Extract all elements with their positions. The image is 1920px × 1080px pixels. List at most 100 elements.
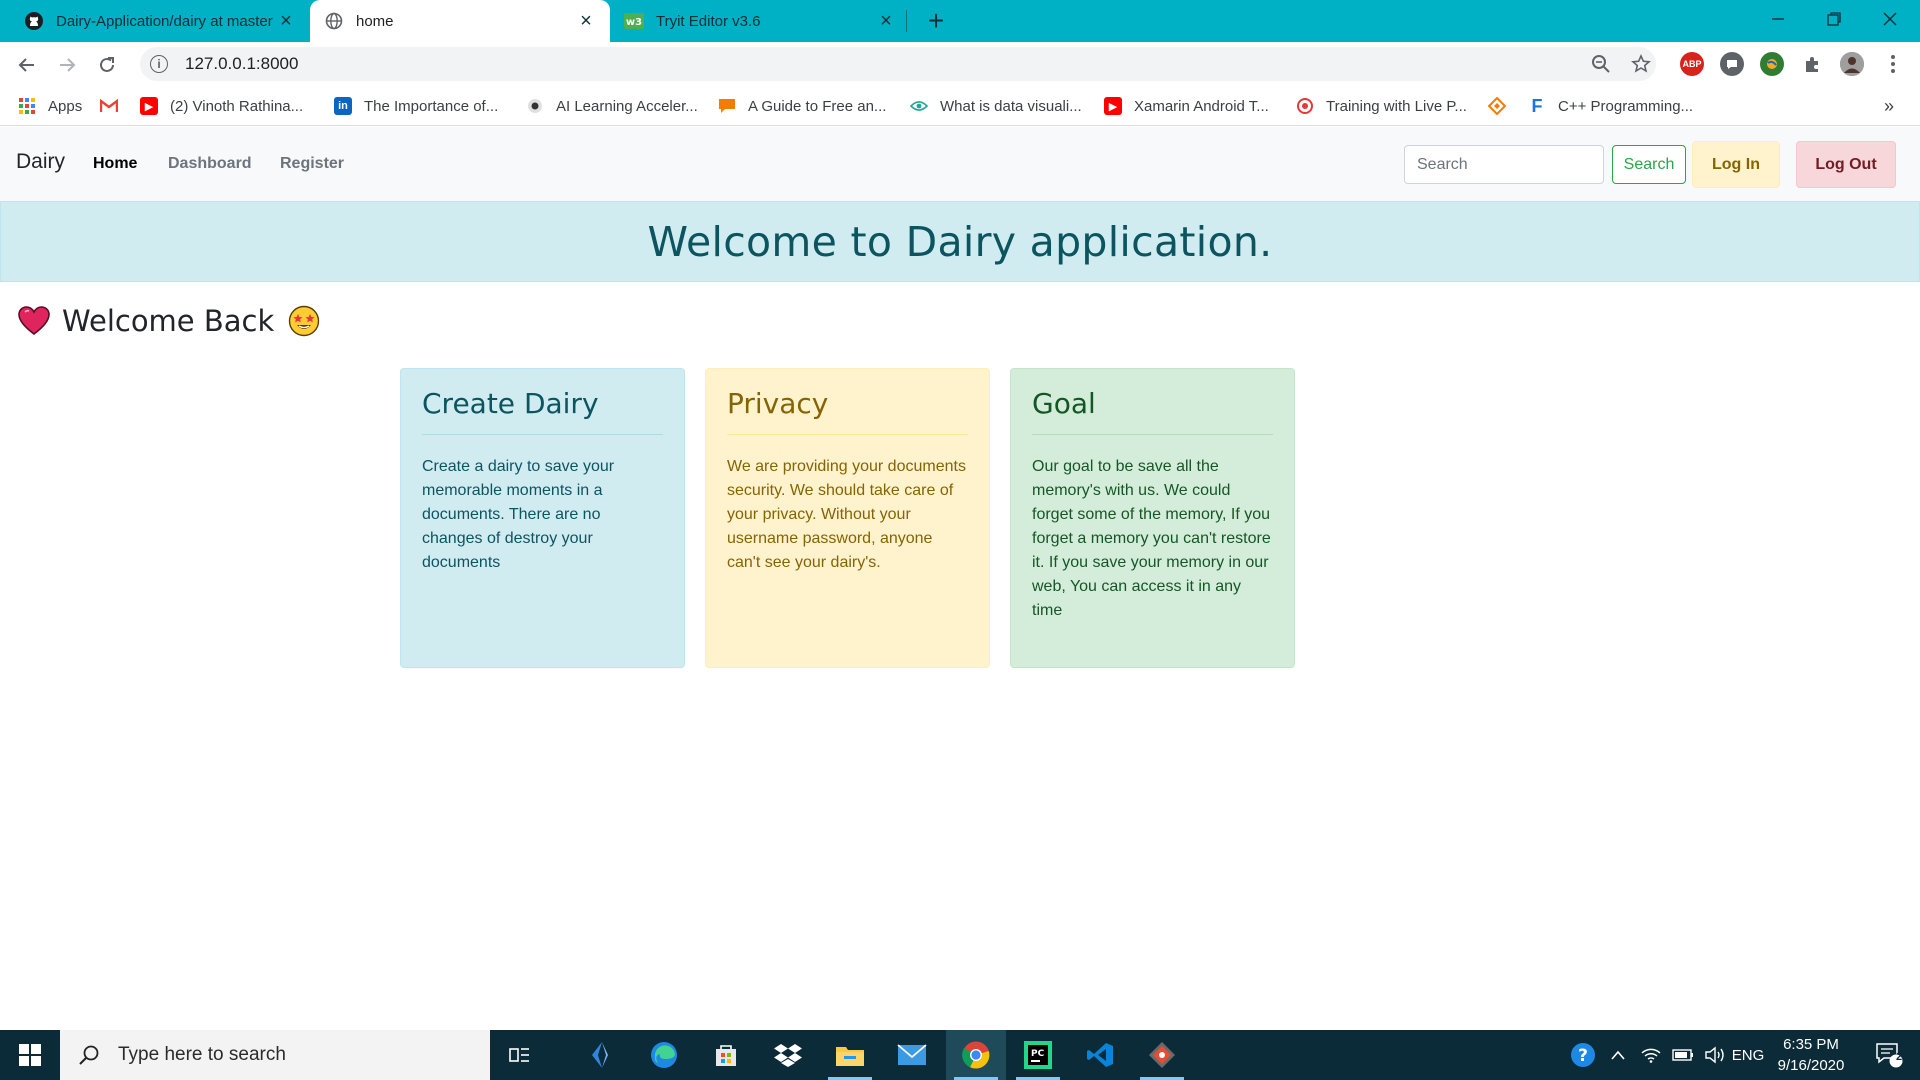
browser-toolbar: i 127.0.0.1:8000 ABP [0, 42, 1920, 86]
new-tab-plus-icon[interactable]: + [922, 5, 950, 36]
clock-time: 6:35 PM [1783, 1036, 1839, 1053]
bookmark-apps[interactable]: Apps [18, 95, 82, 117]
bookmark-label: (2) Vinoth Rathina... [170, 97, 304, 115]
tab-title: Dairy-Application/dairy at master [56, 12, 273, 30]
minimize-icon[interactable] [1750, 0, 1806, 38]
tab-tryit[interactable]: w3 Tryit Editor v3.6 × [610, 0, 910, 42]
welcome-banner: Welcome to Dairy application. [0, 201, 1920, 282]
microsoft-store-icon[interactable] [696, 1030, 756, 1080]
volume-icon[interactable] [1700, 1030, 1730, 1080]
ai-learning-icon [526, 97, 544, 115]
close-tab-icon[interactable]: × [876, 10, 896, 32]
bookmark-label: Apps [48, 97, 83, 115]
bookmark-ai-learning[interactable]: AI Learning Acceler... [526, 95, 698, 117]
address-bar[interactable]: i 127.0.0.1:8000 [140, 47, 1656, 81]
diamond-icon [1488, 97, 1506, 115]
bookmark-data-visualization[interactable]: What is data visuali... [910, 95, 1082, 117]
bookmark-label: Xamarin Android T... [1134, 97, 1269, 115]
tab-home[interactable]: home × [310, 0, 610, 42]
training-icon [1296, 97, 1314, 115]
taskbar-search-box[interactable]: Type here to search [60, 1030, 490, 1080]
window-close-icon[interactable] [1862, 0, 1918, 38]
task-view-icon[interactable] [490, 1030, 550, 1080]
adblock-plus-icon[interactable]: ABP [1680, 52, 1704, 76]
bookmark-training[interactable]: Training with Live P... [1296, 95, 1467, 117]
github-icon [24, 11, 44, 31]
svg-text:w3: w3 [626, 17, 642, 28]
card-title: Create Dairy [422, 387, 663, 435]
close-tab-icon[interactable]: × [576, 10, 596, 32]
vscode-icon[interactable] [1070, 1030, 1130, 1080]
card-title: Goal [1032, 387, 1273, 435]
tab-title: home [356, 12, 394, 30]
pycharm-icon[interactable]: PC [1008, 1030, 1068, 1080]
bookmark-label: Training with Live P... [1326, 97, 1467, 115]
star-struck-emoji-icon [288, 305, 320, 337]
wifi-icon[interactable] [1636, 1030, 1666, 1080]
edge-browser-icon[interactable] [634, 1030, 694, 1080]
bookmark-gmail[interactable] [100, 95, 130, 117]
card-body: Our goal to be save all the memory's wit… [1032, 458, 1271, 619]
chrome-icon[interactable] [946, 1030, 1006, 1080]
bookmarks-bar: Apps ▶ (2) Vinoth Rathina... in The Impo… [0, 86, 1920, 126]
bookmark-diamond[interactable] [1488, 95, 1518, 117]
mail-icon[interactable] [882, 1030, 942, 1080]
bookmark-youtube-2[interactable]: ▶ Xamarin Android T... [1104, 95, 1269, 117]
adblock-label: ABP [1682, 59, 1702, 69]
reload-icon[interactable] [92, 50, 122, 80]
search-button[interactable]: Search [1612, 145, 1686, 184]
notifications-icon[interactable]: 2 [1864, 1030, 1914, 1080]
youtube-icon: ▶ [140, 97, 158, 115]
bookmarks-overflow-icon[interactable]: » [1884, 95, 1894, 117]
dropbox-icon[interactable] [758, 1030, 818, 1080]
help-icon[interactable]: ? [1566, 1030, 1600, 1080]
visual-studio-icon[interactable] [570, 1030, 630, 1080]
card-body: We are providing your documents security… [727, 458, 966, 571]
w3schools-icon: w3 [624, 11, 644, 31]
bookmark-label: AI Learning Acceler... [556, 97, 698, 115]
chevron-up-icon[interactable] [1606, 1030, 1630, 1080]
battery-icon[interactable] [1668, 1030, 1698, 1080]
bookmark-star-icon[interactable] [1628, 51, 1654, 77]
profile-avatar-icon[interactable] [1840, 52, 1864, 76]
chat-extension-icon[interactable] [1720, 52, 1744, 76]
close-tab-icon[interactable]: × [276, 10, 296, 32]
forward-arrow-icon[interactable] [52, 50, 82, 80]
git-tool-icon[interactable] [1132, 1030, 1192, 1080]
bookmark-label: A Guide to Free an... [748, 97, 887, 115]
site-info-icon[interactable]: i [150, 55, 168, 73]
system-clock[interactable]: 6:35 PM 9/16/2020 [1766, 1034, 1856, 1076]
file-explorer-icon[interactable] [820, 1030, 880, 1080]
navbar-brand[interactable]: Dairy [16, 150, 65, 174]
back-arrow-icon[interactable] [12, 50, 42, 80]
card-privacy: Privacy We are providing your documents … [705, 368, 990, 668]
bookmark-label: What is data visuali... [940, 97, 1082, 115]
login-button[interactable]: Log In [1692, 141, 1780, 188]
tab-github[interactable]: Dairy-Application/dairy at master × [10, 0, 310, 42]
nav-link-home[interactable]: Home [93, 155, 137, 173]
bookmark-cpp[interactable]: F C++ Programming... [1528, 95, 1694, 117]
logout-button[interactable]: Log Out [1796, 141, 1896, 188]
language-indicator[interactable]: ENG [1728, 1030, 1768, 1080]
menu-kebab-icon[interactable] [1880, 51, 1906, 77]
bookmark-label: C++ Programming... [1558, 97, 1694, 115]
windows-start-icon[interactable] [0, 1030, 60, 1080]
url-text: 127.0.0.1:8000 [185, 54, 299, 73]
bookmark-guide[interactable]: A Guide to Free an... [718, 95, 886, 117]
globe-extension-icon[interactable] [1760, 52, 1784, 76]
welcome-back-text: Welcome Back [62, 304, 275, 338]
bookmark-youtube-1[interactable]: ▶ (2) Vinoth Rathina... [140, 95, 303, 117]
zoom-icon[interactable] [1588, 51, 1614, 77]
bookmark-linkedin[interactable]: in The Importance of... [334, 95, 498, 117]
tab-separator [906, 10, 907, 32]
nav-link-register[interactable]: Register [280, 155, 344, 173]
taskbar-search-placeholder: Type here to search [118, 1044, 286, 1065]
search-input[interactable] [1404, 145, 1604, 184]
nav-link-dashboard[interactable]: Dashboard [168, 155, 252, 173]
card-goal: Goal Our goal to be save all the memory'… [1010, 368, 1295, 668]
chat-bubble-icon [718, 97, 736, 115]
clock-date: 9/16/2020 [1777, 1057, 1845, 1074]
restore-icon[interactable] [1806, 0, 1862, 38]
banner-title: Welcome to Dairy application. [647, 217, 1273, 266]
extensions-puzzle-icon[interactable] [1800, 51, 1826, 77]
